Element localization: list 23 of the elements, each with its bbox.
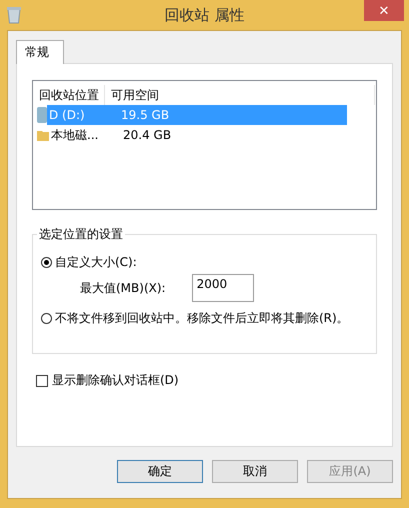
drive-icon bbox=[37, 107, 47, 123]
table-cell-text: D (D:) bbox=[48, 108, 86, 122]
window-title: 回收站 属性 bbox=[164, 6, 244, 25]
list-row[interactable]: 本地磁... 20.4 GB bbox=[49, 125, 349, 145]
max-size-label: 最大值(MB)(X): bbox=[80, 280, 166, 296]
close-button[interactable]: ✕ bbox=[364, 0, 404, 21]
dialog-button[interactable]: 取消 bbox=[212, 460, 298, 483]
radio-button[interactable] bbox=[41, 256, 52, 268]
radio-button[interactable] bbox=[41, 312, 52, 324]
option-label: 不将文件移到回收站中。移除文件后立即将其删除(R)。 bbox=[55, 310, 349, 326]
checkbox-label: 显示删除确认对话框(D) bbox=[52, 372, 179, 389]
folder-icon bbox=[37, 129, 49, 141]
max-size-field[interactable]: 2000 bbox=[192, 274, 254, 302]
option-label: 自定义大小(C): bbox=[55, 254, 137, 270]
tab[interactable]: 常规 bbox=[16, 40, 64, 64]
checkbox[interactable] bbox=[36, 374, 48, 386]
group-title: 选定位置的设置 bbox=[37, 226, 125, 243]
recycle-bin-icon bbox=[7, 6, 21, 24]
table-cell-text: 19.5 GB bbox=[120, 108, 170, 122]
table-cell-text: 20.4 GB bbox=[122, 128, 172, 142]
table-cell-text: 本地磁... bbox=[50, 126, 100, 144]
drive-list[interactable]: 回收站位置 可用空间 D (D:) 19.5 GB 本地磁... 20.4 GB bbox=[32, 80, 377, 210]
dialog-button[interactable]: 确定 bbox=[117, 460, 203, 483]
